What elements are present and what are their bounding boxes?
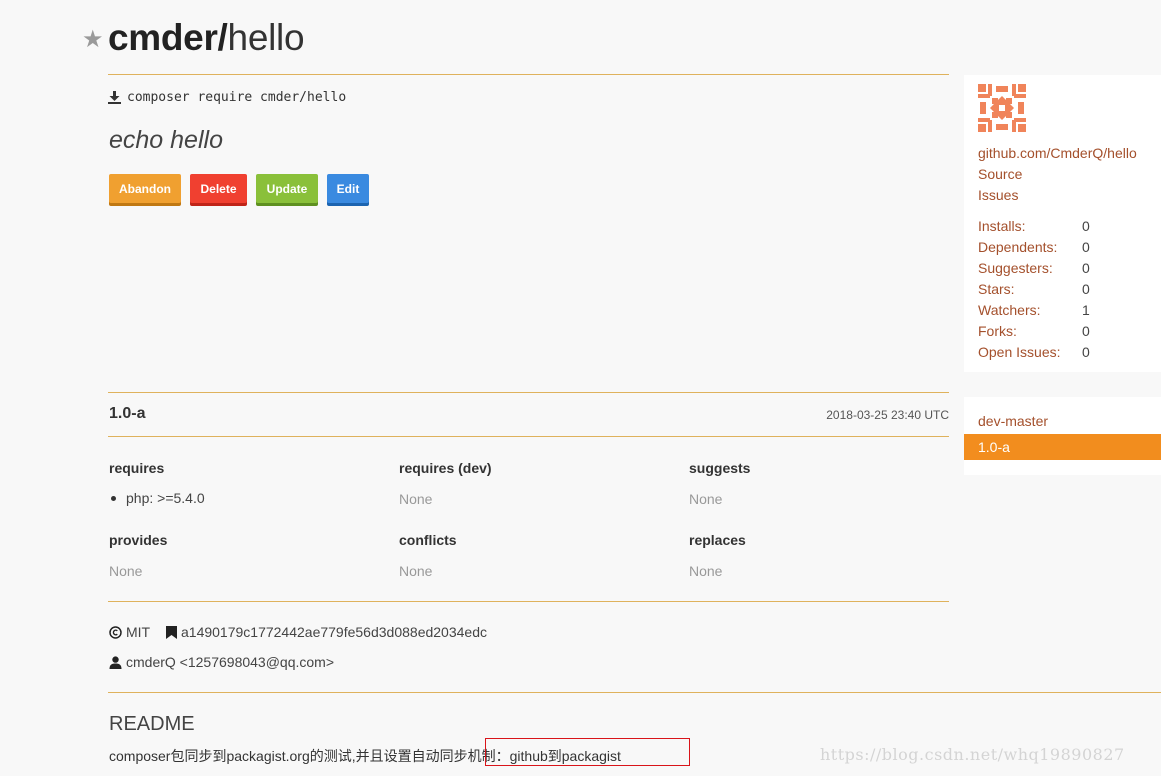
edit-button[interactable]: Edit: [327, 174, 369, 203]
stat-forks-label[interactable]: Forks:: [978, 323, 1017, 339]
version-item-1-0-a[interactable]: 1.0-a: [964, 434, 1161, 460]
page-title: cmder/hello: [108, 16, 305, 60]
license-text: MIT: [126, 624, 151, 640]
requires-item-text: php: >=5.4.0: [126, 490, 205, 506]
package-name: hello: [227, 17, 305, 58]
requires-dev-value: None: [399, 491, 433, 507]
requires-heading: requires: [109, 460, 165, 476]
highlight-box: [485, 738, 690, 766]
stat-watchers-value: 1: [1082, 302, 1090, 318]
provides-value: None: [109, 563, 143, 579]
source-link[interactable]: Source: [978, 166, 1022, 182]
version-name: 1.0-a: [109, 405, 146, 422]
author-text[interactable]: cmderQ <1257698043@qq.com>: [126, 654, 334, 670]
delete-button[interactable]: Delete: [190, 174, 247, 203]
license: MIT: [109, 624, 150, 640]
star-icon[interactable]: ★: [82, 28, 104, 52]
readme-heading: README: [109, 713, 195, 735]
stat-forks-value: 0: [1082, 323, 1090, 339]
stat-dependents-value: 0: [1082, 239, 1090, 255]
requires-dev-heading: requires (dev): [399, 460, 492, 476]
watermark: https://blog.csdn.net/whq19890827: [820, 745, 1125, 764]
divider: [108, 436, 949, 437]
provides-heading: provides: [109, 532, 168, 548]
requires-item: php: >=5.4.0: [111, 490, 205, 506]
update-button[interactable]: Update: [256, 174, 318, 203]
commit-reference: a1490179c1772442ae779fe56d3d088ed2034edc: [166, 624, 487, 640]
divider: [108, 392, 949, 393]
stat-stars-value: 0: [1082, 281, 1090, 297]
conflicts-value: None: [399, 563, 433, 579]
suggests-value: None: [689, 491, 723, 507]
copyright-icon: [109, 625, 122, 639]
issues-link[interactable]: Issues: [978, 187, 1018, 203]
user-icon: [109, 655, 122, 669]
stat-stars-label[interactable]: Stars:: [978, 281, 1015, 297]
stat-installs-value: 0: [1082, 218, 1090, 234]
suggests-heading: suggests: [689, 460, 751, 476]
repository-link[interactable]: github.com/CmderQ/hello: [978, 145, 1137, 161]
download-icon: [108, 91, 121, 104]
author: cmderQ <1257698043@qq.com>: [109, 654, 334, 670]
vendor-name[interactable]: cmder/: [108, 17, 228, 58]
divider: [108, 692, 1161, 693]
stat-suggesters-label[interactable]: Suggesters:: [978, 260, 1053, 276]
version-item-dev-master[interactable]: dev-master: [964, 408, 1161, 434]
divider: [108, 74, 949, 75]
replaces-heading: replaces: [689, 532, 746, 548]
conflicts-heading: conflicts: [399, 532, 457, 548]
stat-installs-label[interactable]: Installs:: [978, 218, 1025, 234]
abandon-button[interactable]: Abandon: [109, 174, 181, 203]
replaces-value: None: [689, 563, 723, 579]
install-command-text[interactable]: composer require cmder/hello: [127, 90, 346, 105]
version-date: 2018-03-25 23:40 UTC: [826, 408, 949, 422]
install-command: composer require cmder/hello: [108, 90, 346, 105]
stat-watchers-label[interactable]: Watchers:: [978, 302, 1041, 318]
stat-suggesters-value: 0: [1082, 260, 1090, 276]
stat-open-issues-value: 0: [1082, 344, 1090, 360]
commit-reference-text[interactable]: a1490179c1772442ae779fe56d3d088ed2034edc: [181, 624, 487, 640]
package-description: echo hello: [109, 126, 223, 154]
stat-dependents-label[interactable]: Dependents:: [978, 239, 1057, 255]
bookmark-icon: [166, 625, 177, 639]
stat-open-issues-label[interactable]: Open Issues:: [978, 344, 1061, 360]
package-avatar-icon: [978, 84, 1026, 132]
divider: [108, 601, 949, 602]
bullet-icon: [111, 495, 116, 501]
